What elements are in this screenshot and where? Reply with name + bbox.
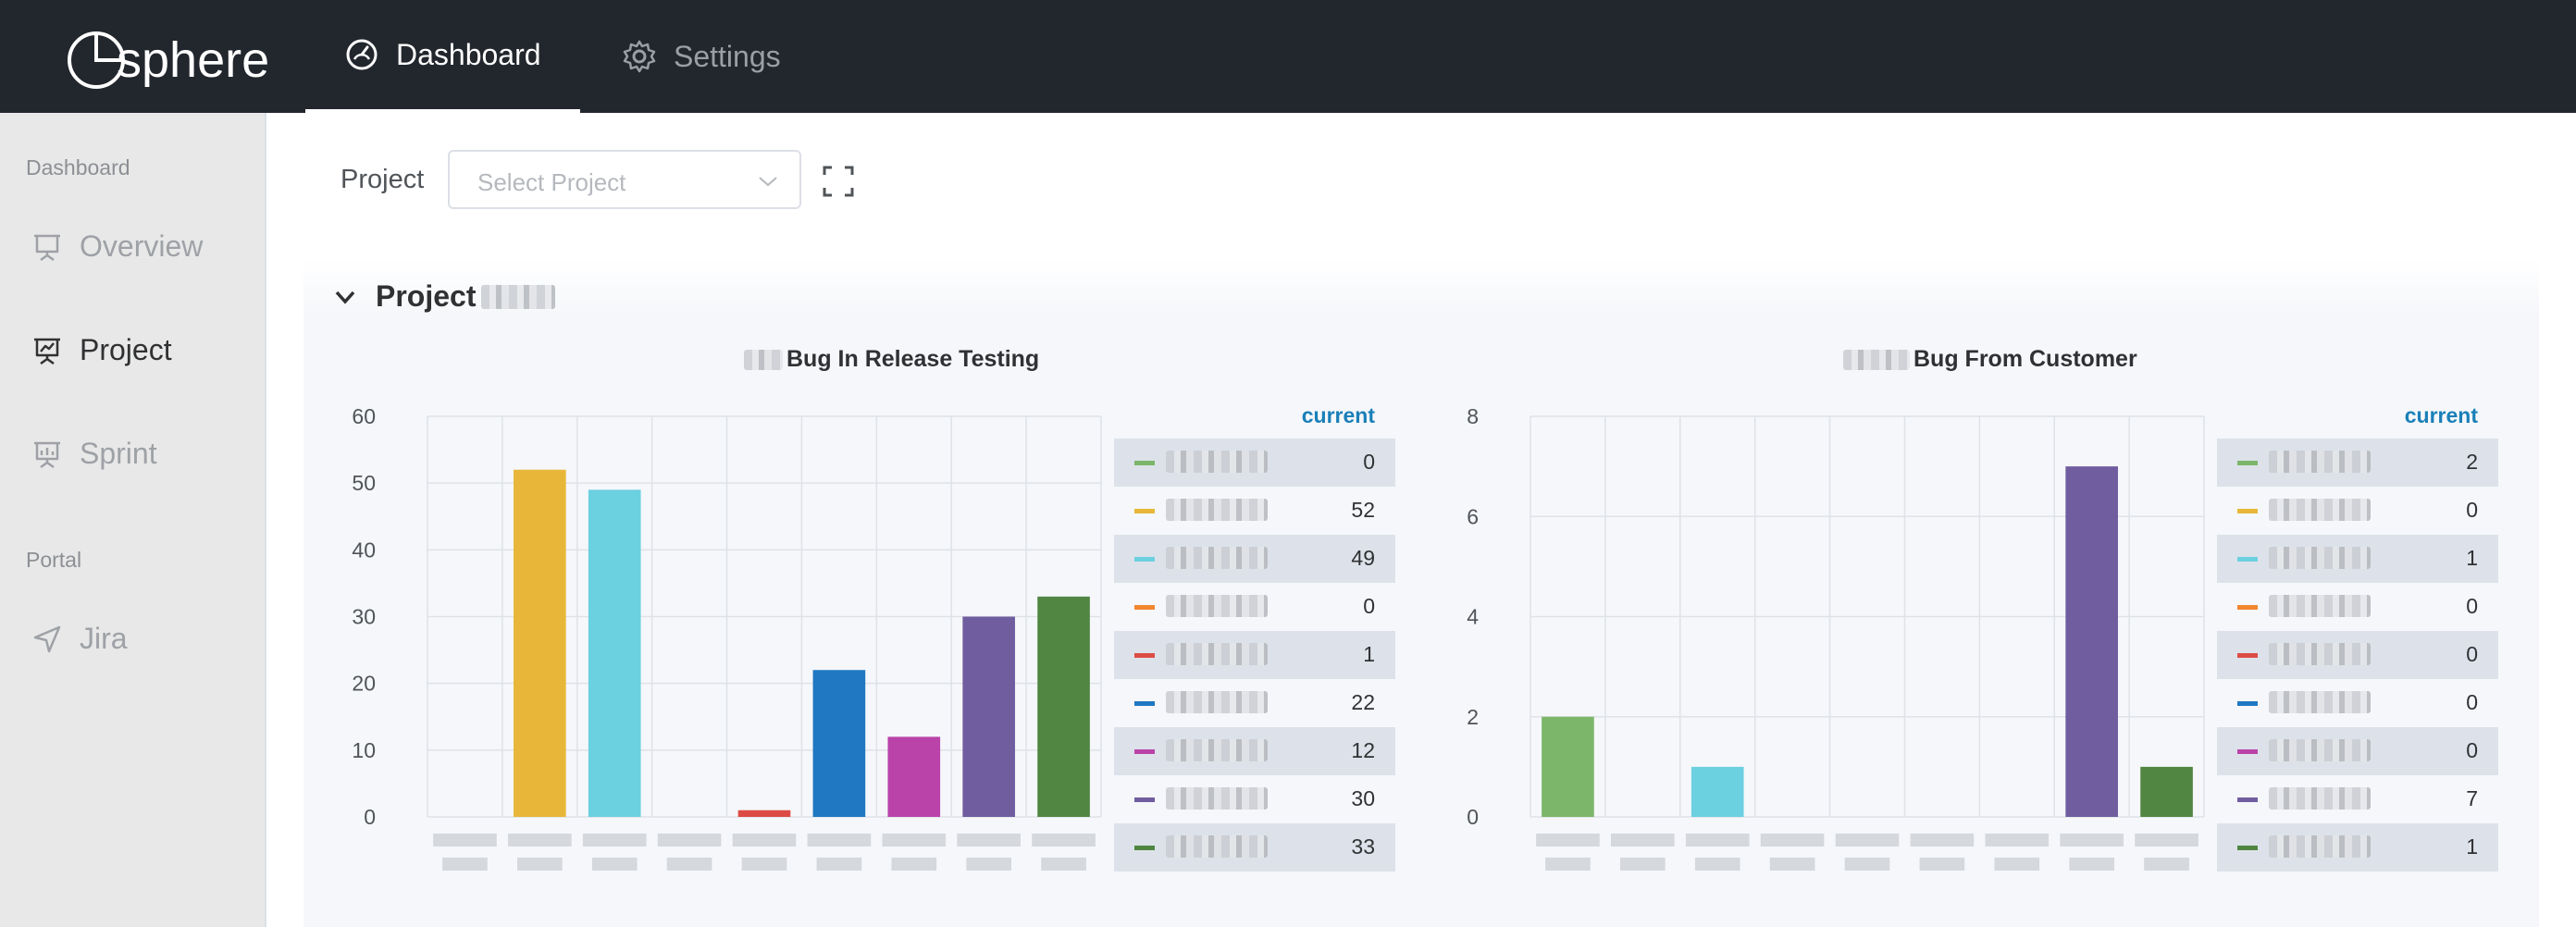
x-tick-label-redacted	[1545, 858, 1591, 871]
legend-swatch	[2237, 846, 2258, 850]
project-select[interactable]: Select Project	[448, 150, 801, 209]
legend-series-name-redacted	[2269, 547, 2371, 569]
y-tick-label: 8	[1467, 404, 1479, 428]
tab-dashboard-label: Dashboard	[396, 37, 541, 71]
app-name: sphere	[117, 32, 270, 88]
legend-swatch	[2237, 749, 2258, 754]
legend-swatch	[2237, 797, 2258, 802]
send-arrow-icon	[33, 625, 61, 652]
legend-swatch	[2237, 509, 2258, 513]
sidebar-item-label: Sprint	[80, 437, 157, 470]
app-logo[interactable]: sphere	[65, 28, 269, 93]
gear-icon	[623, 40, 656, 73]
legend-swatch	[2237, 701, 2258, 706]
legend-row[interactable]: 2	[2217, 439, 2498, 487]
chart-2-legend: current 2 0 1 0 0 0 0 7 1	[2217, 390, 2498, 871]
sidebar-item-project[interactable]: Project	[31, 333, 172, 367]
legend-current-value: 1	[2466, 546, 2478, 570]
tab-settings[interactable]: Settings	[622, 0, 781, 113]
legend-current-value: 1	[2466, 834, 2478, 859]
x-tick-label-redacted	[1985, 834, 2050, 847]
x-tick-label-redacted	[1620, 858, 1666, 871]
legend-row[interactable]: 0	[2217, 583, 2498, 631]
legend-row[interactable]: 0	[2217, 487, 2498, 535]
x-tick-label-redacted	[1910, 834, 1975, 847]
x-tick-label-redacted	[1844, 858, 1890, 871]
legend-swatch	[2237, 605, 2258, 610]
legend-row[interactable]: 1	[2217, 823, 2498, 871]
x-tick-label-redacted	[2069, 858, 2114, 871]
y-tick-label: 4	[1467, 605, 1479, 629]
top-navbar: sphere Dashboard Settings	[0, 0, 2576, 113]
legend-series-name-redacted	[2269, 835, 2371, 858]
legend-current-value: 0	[2466, 642, 2478, 666]
legend-row[interactable]: 0	[2217, 631, 2498, 679]
x-tick-label-redacted	[1919, 858, 1965, 871]
legend-current-value: 0	[2466, 690, 2478, 714]
project-filter-label: Project	[341, 165, 425, 194]
legend-series-name-redacted	[2269, 739, 2371, 761]
legend-header: current	[2404, 403, 2478, 427]
x-tick-label-redacted	[1694, 858, 1740, 871]
presentation-board-icon	[34, 234, 60, 261]
legend-current-value: 0	[2466, 498, 2478, 522]
bar	[1690, 766, 1744, 817]
x-tick-label-redacted	[1760, 834, 1825, 847]
legend-series-name-redacted	[2269, 787, 2371, 810]
legend-current-value: 0	[2466, 594, 2478, 618]
project-panel: Project Bug In Release Testing 0 10 20 30 40…	[303, 259, 2539, 927]
bar	[2065, 466, 2118, 817]
sidebar-item-label: Jira	[80, 622, 128, 655]
legend-row[interactable]: 0	[2217, 679, 2498, 727]
y-tick-label: 0	[1467, 805, 1479, 829]
tab-dashboard[interactable]: Dashboard	[305, 0, 580, 113]
x-tick-label-redacted	[1994, 858, 2040, 871]
project-select-placeholder: Select Project	[477, 168, 626, 196]
legend-series-name-redacted	[2269, 451, 2371, 473]
legend-swatch	[2237, 461, 2258, 465]
x-tick-label-redacted	[2144, 858, 2189, 871]
fullscreen-icon[interactable]	[822, 165, 855, 198]
legend-row[interactable]: 1	[2217, 535, 2498, 583]
legend-swatch	[2237, 653, 2258, 658]
legend-current-value: 0	[2466, 738, 2478, 762]
legend-series-name-redacted	[2269, 643, 2371, 665]
chevron-down-icon	[759, 177, 777, 187]
gauge-icon	[346, 39, 378, 70]
y-tick-label: 6	[1467, 504, 1479, 528]
legend-swatch	[2237, 557, 2258, 562]
presentation-chart-icon	[34, 338, 60, 365]
x-tick-label-redacted	[1611, 834, 1675, 847]
tab-settings-label: Settings	[674, 39, 781, 73]
legend-row[interactable]: 7	[2217, 775, 2498, 823]
bar	[1542, 716, 1594, 817]
x-tick-label-redacted	[2060, 834, 2124, 847]
legend-series-name-redacted	[2269, 499, 2371, 521]
legend-series-name-redacted	[2269, 595, 2371, 617]
x-tick-label-redacted	[1536, 834, 1600, 847]
legend-row[interactable]: 0	[2217, 727, 2498, 775]
sidebar-item-label: Overview	[80, 229, 204, 263]
legend-current-value: 7	[2466, 786, 2478, 810]
bar	[2140, 766, 2193, 817]
chart-2-svg: 0 2 4 6 8	[1467, 404, 2205, 871]
sidebar-item-sprint[interactable]: Sprint	[31, 437, 157, 471]
sidebar: Dashboard Overview Project Sprint Portal…	[0, 113, 266, 927]
y-tick-label: 2	[1467, 705, 1479, 729]
sidebar-group-dashboard: Dashboard	[26, 155, 130, 179]
x-tick-label-redacted	[1685, 834, 1750, 847]
legend-current-value: 2	[2466, 450, 2478, 474]
x-tick-label-redacted	[1835, 834, 1900, 847]
x-tick-label-redacted	[1769, 858, 1815, 871]
x-tick-label-redacted	[2135, 834, 2198, 847]
sidebar-item-jira[interactable]: Jira	[31, 622, 128, 656]
presentation-chart-icon	[34, 441, 60, 468]
sidebar-item-label: Project	[80, 333, 172, 366]
main-content: Project Select Project Project Bug In Re…	[266, 113, 2576, 927]
sidebar-group-portal: Portal	[26, 548, 82, 572]
sidebar-item-overview[interactable]: Overview	[31, 229, 203, 264]
legend-series-name-redacted	[2269, 691, 2371, 713]
